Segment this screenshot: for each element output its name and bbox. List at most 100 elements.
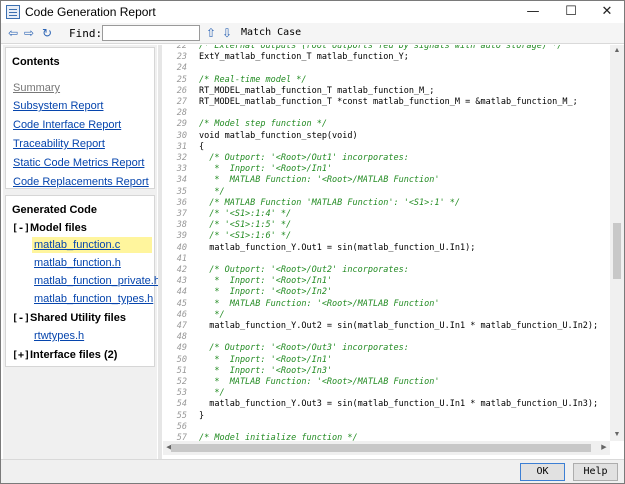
code-line: 46 */	[163, 310, 225, 321]
horizontal-scrollbar[interactable]: ◀ ▶	[163, 441, 610, 455]
close-icon[interactable]: ✕	[589, 1, 625, 23]
link-summary[interactable]: Summary	[13, 82, 60, 94]
line-number: 52	[176, 377, 187, 387]
line-number: 48	[176, 332, 187, 343]
link-static-code-metrics-report[interactable]: Static Code Metrics Report	[13, 157, 144, 169]
line-number: 53	[176, 388, 187, 399]
forward-arrow-icon[interactable]: ⇨	[21, 25, 37, 41]
file-link-matlab-function-types-h[interactable]: matlab_function_types.h	[32, 291, 155, 307]
code-text: matlab_function_Y.Out1 = sin(matlab_func…	[199, 242, 476, 253]
code-comment: /* External outputs (root outports fed b…	[199, 45, 563, 51]
line-number: 36	[176, 197, 187, 208]
line-number: 38	[176, 220, 187, 231]
code-comment: * MATLAB Function: '<Root>/MATLAB Functi…	[199, 298, 440, 309]
code-comment: /* Outport: '<Root>/Out3' incorporates:	[199, 343, 409, 354]
line-number: 24	[176, 63, 187, 74]
link-subsystem-report[interactable]: Subsystem Report	[13, 100, 103, 112]
code-text: void matlab_function_step(void)	[199, 130, 358, 141]
code-line: 36 /* MATLAB Function 'MATLAB Function':…	[163, 198, 460, 209]
line-number: 35	[176, 186, 187, 197]
find-previous-icon[interactable]: ⇧	[203, 25, 219, 41]
line-number: 23	[176, 52, 187, 63]
line-number: 33	[176, 164, 187, 175]
line-number: 37	[176, 209, 187, 219]
line-number: 22	[176, 45, 187, 51]
code-line: 28	[163, 108, 199, 119]
code-comment: * Inport: '<Root>/In2'	[199, 287, 333, 298]
vertical-scrollbar[interactable]: ▲ ▼	[610, 45, 624, 441]
line-number: 47	[176, 321, 187, 331]
code-line: 32 /* Outport: '<Root>/Out1' incorporate…	[163, 153, 409, 164]
link-traceability-report[interactable]: Traceability Report	[13, 138, 105, 150]
find-next-icon[interactable]: ⇩	[219, 25, 235, 41]
vertical-scroll-thumb[interactable]	[613, 223, 621, 279]
line-number: 45	[176, 298, 187, 309]
code-text: RT_MODEL_matlab_function_T *const matlab…	[199, 97, 578, 107]
find-input[interactable]	[102, 25, 200, 41]
code-line: 41	[163, 254, 199, 265]
model-files-label: Model files	[30, 222, 87, 234]
find-label: Find:	[69, 27, 103, 40]
line-number: 29	[176, 119, 187, 130]
minimize-icon[interactable]: —	[515, 1, 551, 23]
code-line: 54 matlab_function_Y.Out3 = sin(matlab_f…	[163, 399, 598, 410]
panel-splitter[interactable]	[158, 45, 162, 461]
code-line: 47 matlab_function_Y.Out2 = sin(matlab_f…	[163, 321, 598, 332]
report-window: Code Generation Report — ☐ ✕ ⇦ ⇨ ↻ Find:…	[0, 0, 625, 484]
code-comment: */	[199, 186, 225, 197]
shared-utility-label: Shared Utility files	[30, 312, 126, 324]
code-line: 35 */	[163, 187, 225, 198]
code-line: 45 * MATLAB Function: '<Root>/MATLAB Fun…	[163, 299, 440, 310]
code-text: }	[199, 410, 205, 421]
scroll-down-icon[interactable]: ▼	[610, 429, 624, 441]
line-number: 42	[176, 265, 187, 275]
code-comment: /* '<S1>:1:4' */	[199, 209, 292, 219]
interface-files-toggle[interactable]: [+]	[12, 350, 30, 361]
code-line: 38 /* '<S1>:1:5' */	[163, 220, 291, 231]
ok-button[interactable]: OK	[520, 463, 565, 481]
line-number: 43	[176, 276, 187, 287]
code-text: matlab_function_Y.Out2 = sin(matlab_func…	[199, 321, 599, 331]
horizontal-scroll-thumb[interactable]	[171, 444, 591, 452]
line-number: 51	[176, 365, 187, 376]
code-comment: /* MATLAB Function 'MATLAB Function': '<…	[199, 197, 460, 208]
line-number: 31	[176, 141, 187, 152]
contents-box: Contents Summary Subsystem Report Code I…	[5, 47, 155, 189]
contents-heading: Contents	[12, 56, 60, 68]
maximize-icon[interactable]: ☐	[553, 1, 589, 23]
model-files-toggle[interactable]: [-]	[12, 223, 30, 234]
link-code-replacements-report[interactable]: Code Replacements Report	[13, 176, 149, 188]
code-comment: * Inport: '<Root>/In1'	[199, 354, 333, 365]
match-case-toggle[interactable]: Match Case	[241, 27, 301, 38]
code-line: 37 /* '<S1>:1:4' */	[163, 209, 291, 220]
code-line: 34 * MATLAB Function: '<Root>/MATLAB Fun…	[163, 175, 440, 186]
line-number: 54	[176, 399, 187, 410]
help-button[interactable]: Help	[573, 463, 618, 481]
file-link-matlab-function-private-h[interactable]: matlab_function_private.h	[32, 273, 162, 289]
code-line: 53 */	[163, 388, 225, 399]
refresh-icon[interactable]: ↻	[39, 25, 55, 41]
code-line: 56	[163, 422, 199, 433]
code-line: 24	[163, 63, 199, 74]
code-comment: /* '<S1>:1:5' */	[199, 220, 292, 231]
line-number: 57	[176, 433, 187, 441]
link-code-interface-report[interactable]: Code Interface Report	[13, 119, 121, 131]
code-text: RT_MODEL_matlab_function_T matlab_functi…	[199, 85, 435, 96]
code-line: 39 /* '<S1>:1:6' */	[163, 231, 291, 242]
line-number: 30	[176, 130, 187, 141]
file-link-matlab-function-h[interactable]: matlab_function.h	[32, 255, 123, 271]
shared-utility-toggle[interactable]: [-]	[12, 313, 30, 324]
scroll-up-icon[interactable]: ▲	[610, 45, 624, 57]
scroll-right-icon[interactable]: ▶	[598, 441, 610, 455]
window-title: Code Generation Report	[25, 5, 156, 19]
file-link-rtwtypes-h[interactable]: rtwtypes.h	[32, 328, 86, 344]
file-link-matlab-function-c[interactable]: matlab_function.c	[32, 237, 152, 253]
code-line: 31 {	[163, 142, 204, 153]
code-comment: */	[199, 309, 225, 320]
code-line: 29 /* Model step function */	[163, 119, 327, 130]
report-app-icon	[6, 5, 20, 19]
code-line: 27 RT_MODEL_matlab_function_T *const matl…	[163, 97, 578, 108]
back-arrow-icon[interactable]: ⇦	[5, 25, 21, 41]
line-number: 46	[176, 309, 187, 320]
code-line: 26 RT_MODEL_matlab_function_T matlab_func…	[163, 85, 435, 97]
